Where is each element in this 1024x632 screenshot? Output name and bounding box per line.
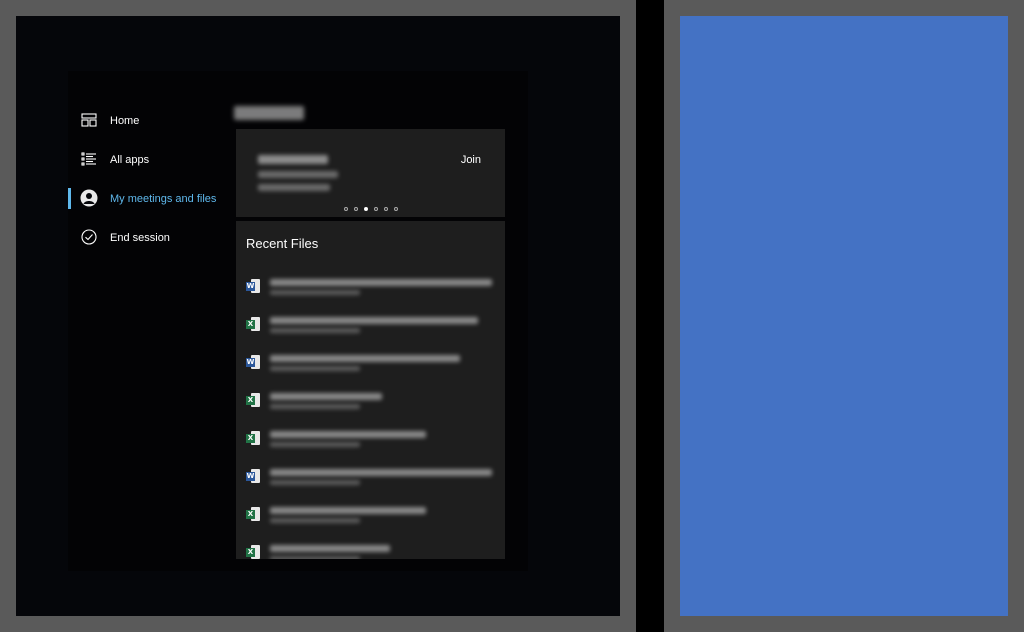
sidebar-item-label: My meetings and files [110,192,217,205]
join-button[interactable]: Join [461,154,481,166]
sidebar-item-label: End session [110,231,170,244]
file-type-badge: X [246,320,255,329]
file-type-badge: W [246,282,255,291]
file-row[interactable]: X [236,541,505,559]
file-name-redacted [270,469,492,476]
word-file-icon: W [246,355,260,369]
file-row[interactable]: X [236,503,505,541]
carousel-dot[interactable] [343,207,348,211]
carousel-dot[interactable] [393,207,398,211]
person-icon [80,189,98,207]
file-name-redacted [270,279,492,286]
file-row[interactable]: X [236,427,505,465]
file-meta-redacted [270,366,360,371]
file-meta-redacted [270,518,360,523]
user-name-redacted [234,106,304,120]
sidebar-item-my-meetings-and-files[interactable]: My meetings and files [68,179,228,218]
sidebar-item-end-session[interactable]: End session [68,218,228,257]
excel-file-icon: X [246,507,260,521]
excel-file-icon: X [246,393,260,407]
carousel-dot-active[interactable] [363,207,368,211]
meeting-card[interactable]: Join [236,129,505,217]
file-type-badge: W [246,472,255,481]
meeting-organizer-redacted [258,171,338,178]
dashboard-icon [80,111,98,129]
file-meta-redacted [270,290,360,295]
excel-file-icon: X [246,431,260,445]
excel-file-icon: X [246,317,260,331]
file-meta-redacted [270,480,360,485]
right-display-screen [680,16,1008,616]
right-display-bezel [664,0,1024,632]
file-name-redacted [270,431,426,438]
meeting-title-redacted [258,155,328,164]
file-name-redacted [270,317,478,324]
file-name-redacted [270,393,382,400]
carousel-dot[interactable] [353,207,358,211]
session-app-window: Home All apps My meetings and files End … [68,71,528,571]
file-row[interactable]: W [236,275,505,313]
sidebar-item-label: All apps [110,153,150,166]
left-display-bezel: Home All apps My meetings and files End … [0,0,636,632]
file-row[interactable]: W [236,351,505,389]
file-row[interactable]: W [236,465,505,503]
excel-file-icon: X [246,545,260,559]
sidebar-nav: Home All apps My meetings and files End … [68,101,228,257]
list-icon [80,150,98,168]
recent-files-panel: Recent Files W X W X X W X X [236,221,505,559]
display-gap [636,0,664,632]
file-row[interactable]: X [236,389,505,427]
file-meta-redacted [270,556,360,559]
file-type-badge: X [246,510,255,519]
file-name-redacted [270,545,390,552]
carousel-pagination [236,207,505,211]
left-display-screen: Home All apps My meetings and files End … [16,16,620,616]
carousel-dot[interactable] [383,207,388,211]
file-meta-redacted [270,328,360,333]
file-type-badge: W [246,358,255,367]
word-file-icon: W [246,279,260,293]
file-type-badge: X [246,434,255,443]
file-name-redacted [270,355,460,362]
carousel-dot[interactable] [373,207,378,211]
sidebar-item-home[interactable]: Home [68,101,228,140]
file-meta-redacted [270,404,360,409]
file-meta-redacted [270,442,360,447]
sidebar-item-label: Home [110,114,140,127]
recent-files-title: Recent Files [246,236,319,251]
word-file-icon: W [246,469,260,483]
sidebar-item-all-apps[interactable]: All apps [68,140,228,179]
file-type-badge: X [246,396,255,405]
file-row[interactable]: X [236,313,505,351]
file-type-badge: X [246,548,255,557]
check-circle-icon [80,228,98,246]
meeting-time-redacted [258,184,330,191]
file-name-redacted [270,507,426,514]
active-indicator [68,188,71,209]
